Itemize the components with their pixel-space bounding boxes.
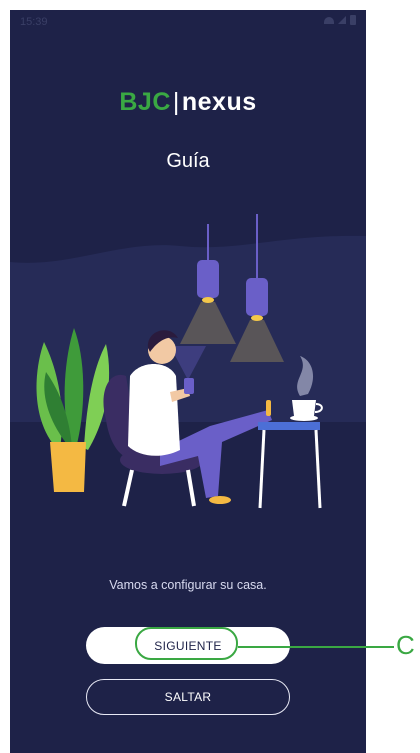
callout-leader-line [238, 646, 394, 648]
brand-logo: BJC|nexus [10, 88, 366, 117]
skip-button[interactable]: SALTAR [86, 679, 290, 715]
battery-icon [350, 15, 356, 25]
callout-label: C [396, 630, 415, 660]
logo-nexus: nexus [181, 88, 257, 116]
logo-bjc: BJC [119, 88, 171, 116]
chair-leg [122, 469, 134, 507]
lamp-right-icon [246, 278, 268, 316]
table-leg [314, 429, 322, 509]
status-time: 15:39 [20, 16, 48, 28]
status-bar: 15:39 [10, 10, 366, 34]
phone-screen: 15:39 BJC|nexus Guía Vamos a configurar … [10, 10, 366, 753]
phone-icon [184, 378, 194, 394]
person-shoe [266, 400, 271, 416]
plant-pot-icon [50, 442, 86, 492]
page-title: Guía [166, 150, 210, 172]
person-shoe [209, 496, 231, 504]
lamp-left-icon [197, 260, 219, 298]
status-icons [324, 15, 356, 25]
setup-subtitle: Vamos a configurar su casa. [109, 578, 267, 592]
table-leg [258, 429, 266, 509]
logo-separator: | [172, 88, 180, 116]
table-top [258, 422, 320, 430]
signal-icon [338, 16, 346, 24]
chair-leg [186, 469, 196, 507]
wifi-icon [324, 16, 334, 24]
guide-illustration [10, 214, 366, 509]
person-torso [128, 364, 180, 456]
